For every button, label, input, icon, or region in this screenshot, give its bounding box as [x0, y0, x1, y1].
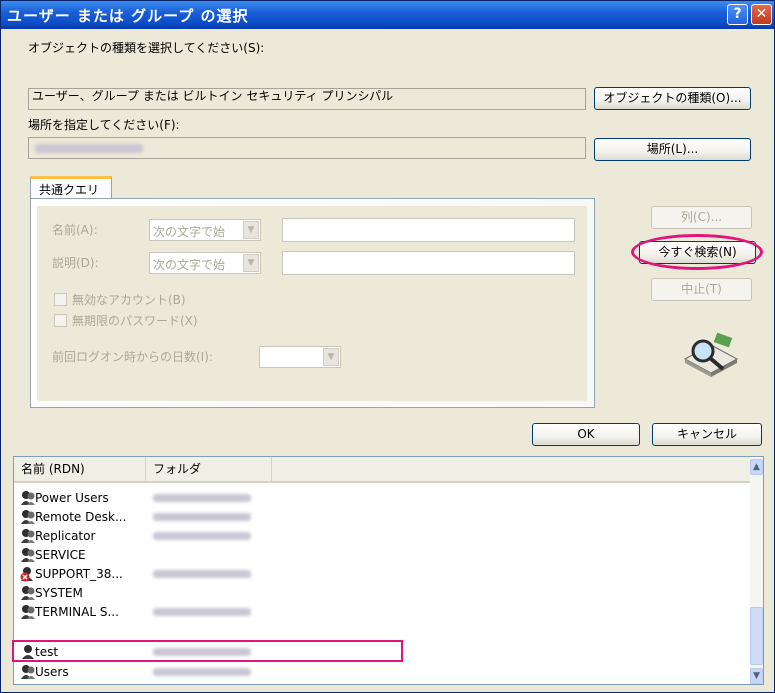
chevron-down-icon: ▼	[323, 348, 339, 366]
list-item[interactable]: SYSTEM	[14, 584, 750, 602]
object-types-value: ユーザー、グループ または ビルトイン セキュリティ プリンシパル	[32, 89, 394, 103]
location-label: 場所を指定してください(F):	[28, 118, 180, 132]
name-input[interactable]	[282, 218, 575, 242]
redacted-folder	[153, 494, 251, 502]
group-icon	[21, 491, 35, 505]
list-item[interactable]: Replicator	[14, 527, 750, 545]
stop-button[interactable]: 中止(T)	[651, 278, 752, 301]
list-item[interactable]: TERMINAL S...	[14, 603, 750, 621]
columns-button[interactable]: 列(C)...	[651, 206, 752, 229]
ok-button[interactable]: OK	[532, 423, 640, 446]
group-icon	[21, 586, 35, 600]
column-header-name[interactable]: 名前 (RDN)	[14, 457, 146, 481]
close-button[interactable]: ✕	[751, 4, 772, 25]
chevron-down-icon: ▼	[243, 221, 259, 239]
list-item[interactable]: SUPPORT_38...	[14, 565, 750, 583]
list-item[interactable]: SERVICE	[14, 546, 750, 564]
cancel-button[interactable]: キャンセル	[652, 423, 762, 446]
non-expiring-password-label: 無期限のパスワード(X)	[72, 314, 198, 328]
group-icon	[21, 510, 35, 524]
vertical-scrollbar[interactable]: ▲ ▼	[750, 457, 763, 684]
name-label: 名前(A):	[52, 223, 98, 237]
redacted-folder	[153, 513, 251, 521]
name-mode-select[interactable]: 次の文字で始 ▼	[149, 219, 261, 241]
search-illustration-icon	[683, 332, 739, 377]
select-users-groups-dialog: ユーザー または グループ の選択 ? ✕ オブジェクトの種類を選択してください…	[0, 0, 775, 693]
common-queries-panel: 名前(A): 次の文字で始 ▼ 説明(D): 次の文字で始 ▼ 無効なアカウント…	[30, 198, 595, 408]
item-name: Remote Desk...	[35, 510, 127, 524]
item-name: TERMINAL S...	[35, 605, 119, 619]
group-icon	[21, 665, 35, 679]
group-icon	[21, 605, 35, 619]
group-icon	[21, 548, 35, 562]
redacted-folder	[153, 532, 251, 540]
scroll-up-icon[interactable]: ▲	[750, 459, 763, 475]
item-name: SUPPORT_38...	[35, 567, 123, 581]
column-header-folder[interactable]: フォルダ	[146, 457, 272, 481]
days-since-logon-select[interactable]: ▼	[259, 346, 341, 368]
group-icon	[21, 529, 35, 543]
list-item[interactable]: Power Users	[14, 489, 750, 507]
scroll-down-icon[interactable]: ▼	[750, 668, 763, 684]
scroll-thumb[interactable]	[750, 607, 763, 665]
description-input[interactable]	[282, 251, 575, 275]
redacted-folder	[153, 668, 251, 676]
name-mode-value: 次の文字で始	[153, 225, 226, 239]
window-title: ユーザー または グループ の選択	[7, 7, 249, 25]
item-name: Users	[35, 665, 69, 679]
tab-common-queries[interactable]: 共通クエリ	[30, 176, 112, 199]
search-now-highlight	[631, 234, 763, 270]
results-header: 名前 (RDN) フォルダ	[14, 457, 750, 483]
location-field	[28, 137, 586, 159]
redacted-folder	[153, 570, 251, 578]
item-name: Power Users	[35, 491, 109, 505]
disabled-user-icon	[20, 567, 33, 582]
chevron-down-icon: ▼	[243, 254, 259, 272]
object-types-label: オブジェクトの種類を選択してください(S):	[28, 41, 265, 55]
disabled-accounts-checkbox[interactable]	[54, 293, 67, 306]
title-bar[interactable]: ユーザー または グループ の選択 ? ✕	[1, 1, 774, 29]
list-item[interactable]: Remote Desk...	[14, 508, 750, 526]
redacted-folder	[153, 608, 251, 616]
description-mode-select[interactable]: 次の文字で始 ▼	[149, 252, 261, 274]
description-label: 説明(D):	[52, 256, 99, 270]
days-since-logon-label: 前回ログオン時からの日数(I):	[52, 350, 213, 364]
non-expiring-password-checkbox[interactable]	[54, 314, 67, 327]
location-button[interactable]: 場所(L)...	[594, 138, 751, 161]
item-name: SERVICE	[35, 548, 86, 562]
item-name: SYSTEM	[35, 586, 83, 600]
help-button[interactable]: ?	[727, 4, 748, 25]
query-area: 名前(A): 次の文字で始 ▼ 説明(D): 次の文字で始 ▼ 無効なアカウント…	[37, 206, 587, 401]
list-item[interactable]: Users	[14, 663, 750, 681]
item-name: Replicator	[35, 529, 96, 543]
redacted-location	[35, 144, 143, 153]
disabled-accounts-label: 無効なアカウント(B)	[72, 293, 186, 307]
test-row-highlight	[12, 640, 403, 662]
object-types-button[interactable]: オブジェクトの種類(O)...	[594, 87, 751, 110]
description-mode-value: 次の文字で始	[153, 258, 226, 272]
